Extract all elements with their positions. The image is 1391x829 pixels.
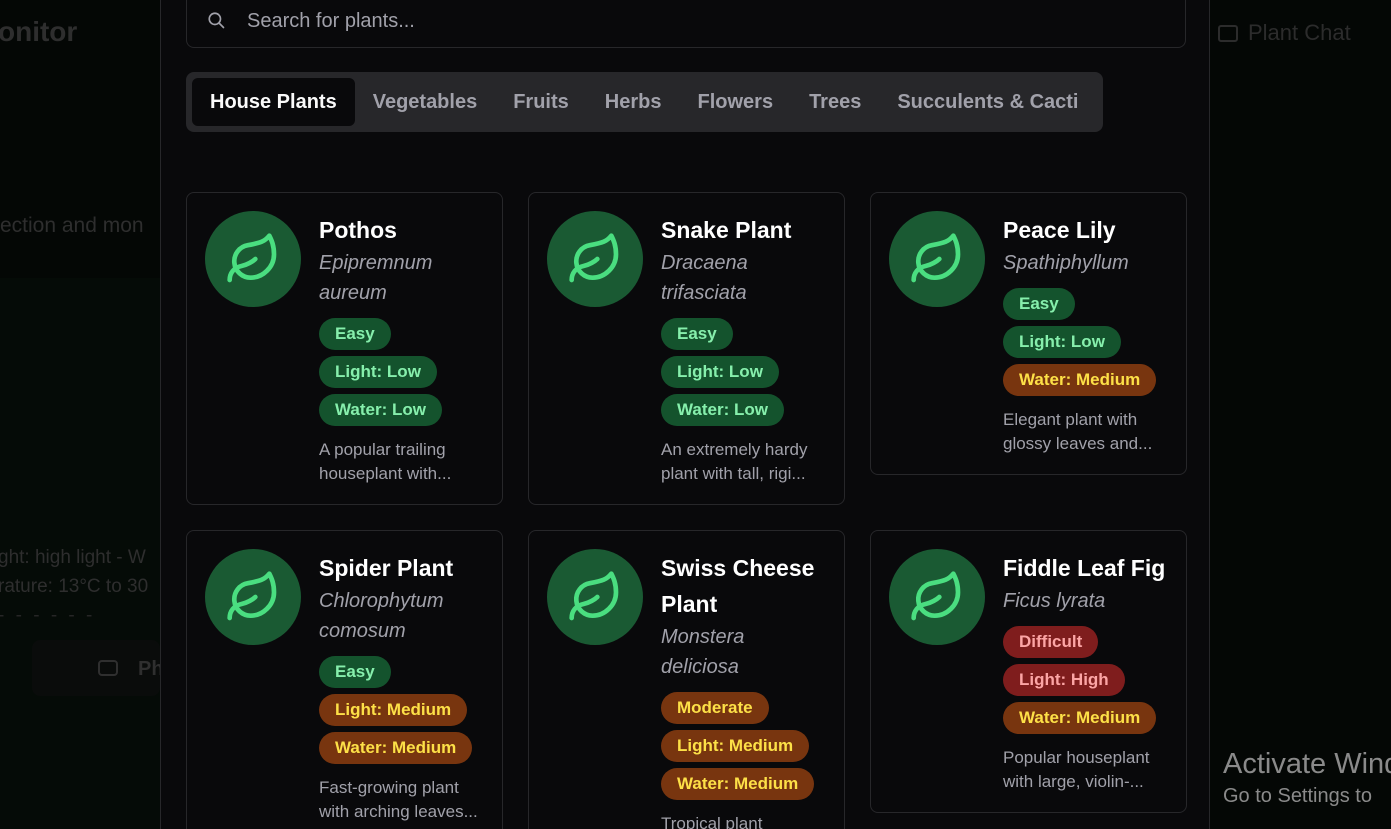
background-chat-label: Plant Chat	[1248, 20, 1351, 45]
plant-scientific-name: Monstera deliciosa	[661, 626, 745, 678]
plant-name: Peace Lily	[1003, 217, 1116, 243]
leaf-icon	[569, 233, 619, 283]
search-icon	[208, 12, 225, 29]
background-light-info: ght: high light - W	[0, 547, 146, 568]
water-badge: Water: Medium	[319, 732, 473, 764]
background-divider-text: - - - - - -	[0, 605, 96, 626]
plant-badges: Easy Light: Low Water: Medium	[1003, 288, 1168, 396]
camera-icon	[98, 660, 118, 676]
plant-name: Swiss Cheese Plant	[661, 555, 815, 617]
difficulty-badge: Easy	[319, 318, 391, 350]
light-badge: Light: Medium	[319, 694, 468, 726]
plant-card[interactable]: Snake Plant Dracaena trifasciata Easy Light…	[528, 192, 845, 505]
plant-card[interactable]: Spider Plant Chlorophytum comosum Easy Ligh…	[186, 530, 503, 829]
light-badge: Light: Low	[319, 356, 437, 388]
background-plant-chat: Plant Chat	[1218, 20, 1351, 46]
tab-vegetables[interactable]: Vegetables	[355, 78, 496, 126]
water-badge: Water: Medium	[661, 768, 815, 800]
plant-info: Spider Plant Chlorophytum comosum Easy Ligh…	[319, 549, 484, 824]
plant-badges: Moderate Light: Medium Water: Medium	[661, 692, 826, 800]
plant-avatar	[889, 211, 985, 307]
plant-info: Pothos Epipremnum aureum Easy Light: Low Wat…	[319, 211, 484, 486]
plant-info: Snake Plant Dracaena trifasciata Easy Light…	[661, 211, 826, 486]
plant-avatar	[205, 549, 301, 645]
watermark-line-2: Go to Settings to	[1223, 785, 1372, 807]
plant-avatar	[547, 549, 643, 645]
plant-scientific-name: Spathiphyllum	[1003, 252, 1129, 274]
leaf-icon	[569, 571, 619, 621]
search-input[interactable]	[247, 1, 1147, 41]
leaf-icon	[227, 233, 277, 283]
plant-avatar	[205, 211, 301, 307]
plant-name: Fiddle Leaf Fig	[1003, 555, 1166, 581]
difficulty-badge: Easy	[1003, 288, 1075, 320]
light-badge: Light: Low	[1003, 326, 1121, 358]
plant-info: Peace Lily Spathiphyllum Easy Light: Low Wat…	[1003, 211, 1168, 456]
water-badge: Water: Low	[661, 394, 784, 426]
plant-description: An extremely hardy plant with tall, rigi…	[661, 440, 808, 483]
water-badge: Water: Medium	[1003, 364, 1157, 396]
plant-card[interactable]: Swiss Cheese Plant Monstera deliciosa Mode…	[528, 530, 845, 829]
plant-card[interactable]: Pothos Epipremnum aureum Easy Light: Low Wat…	[186, 192, 503, 505]
background-title: onitor	[0, 16, 78, 47]
light-badge: Light: High	[1003, 664, 1125, 696]
plant-badges: Easy Light: Low Water: Low	[661, 318, 826, 426]
leaf-icon	[911, 571, 961, 621]
plant-avatar	[889, 549, 985, 645]
plant-description: Fast-growing plant with arching leaves..…	[319, 778, 478, 821]
light-badge: Light: Medium	[661, 730, 810, 762]
plant-picker-dialog: House PlantsVegetablesFruitsHerbsFlowers…	[160, 0, 1210, 829]
tab-house-plants[interactable]: House Plants	[192, 78, 355, 126]
plant-avatar	[547, 211, 643, 307]
plant-scientific-name: Dracaena trifasciata	[661, 252, 748, 304]
plant-scientific-name: Ficus lyrata	[1003, 590, 1106, 612]
difficulty-badge: Moderate	[661, 692, 769, 724]
plant-badges: Easy Light: Low Water: Low	[319, 318, 484, 426]
background-description: ection and mon	[0, 214, 144, 237]
message-square-icon	[1218, 24, 1238, 42]
plant-name: Snake Plant	[661, 217, 792, 243]
plant-grid: Pothos Epipremnum aureum Easy Light: Low Wat…	[186, 192, 1187, 829]
plant-description: Elegant plant with glossy leaves and...	[1003, 410, 1153, 453]
difficulty-badge: Difficult	[1003, 626, 1099, 658]
water-badge: Water: Medium	[1003, 702, 1157, 734]
category-tabs: House Plants Vegetables Fruits Herbs Flowers…	[186, 72, 1103, 132]
tab-fruits[interactable]: Fruits	[495, 78, 587, 126]
plant-scientific-name: Chlorophytum comosum	[319, 590, 444, 642]
difficulty-badge: Easy	[661, 318, 733, 350]
plant-name: Pothos	[319, 217, 397, 243]
tab-flowers[interactable]: Flowers	[679, 78, 791, 126]
plant-description: A popular trailing houseplant with...	[319, 440, 452, 483]
leaf-icon	[911, 233, 961, 283]
light-badge: Light: Low	[661, 356, 779, 388]
plant-badges: Easy Light: Medium Water: Medium	[319, 656, 484, 764]
plant-info: Swiss Cheese Plant Monstera deliciosa Mode…	[661, 549, 826, 829]
plant-card[interactable]: Peace Lily Spathiphyllum Easy Light: Low Wat…	[870, 192, 1187, 475]
tab-trees[interactable]: Trees	[791, 78, 879, 126]
search-box	[186, 0, 1186, 48]
plant-name: Spider Plant	[319, 555, 454, 581]
tab-herbs[interactable]: Herbs	[587, 78, 680, 126]
activation-watermark: Activate Wind Go to Settings to	[1223, 748, 1391, 808]
plant-card[interactable]: Fiddle Leaf Fig Ficus lyrata Difficult Ligh…	[870, 530, 1187, 813]
plant-scientific-name: Epipremnum aureum	[319, 252, 433, 304]
plant-description: Tropical plant	[661, 814, 763, 829]
leaf-icon	[227, 571, 277, 621]
water-badge: Water: Low	[319, 394, 442, 426]
tab-succulents-cacti[interactable]: Succulents & Cacti	[879, 78, 1096, 126]
plant-info: Fiddle Leaf Fig Ficus lyrata Difficult Ligh…	[1003, 549, 1168, 794]
plant-badges: Difficult Light: High Water: Medium	[1003, 626, 1168, 734]
difficulty-badge: Easy	[319, 656, 391, 688]
watermark-line-1: Activate Wind	[1223, 748, 1391, 780]
background-temperature-info: rature: 13°C to 30	[0, 576, 149, 597]
plant-description: Popular houseplant with large, violin-..…	[1003, 748, 1150, 791]
